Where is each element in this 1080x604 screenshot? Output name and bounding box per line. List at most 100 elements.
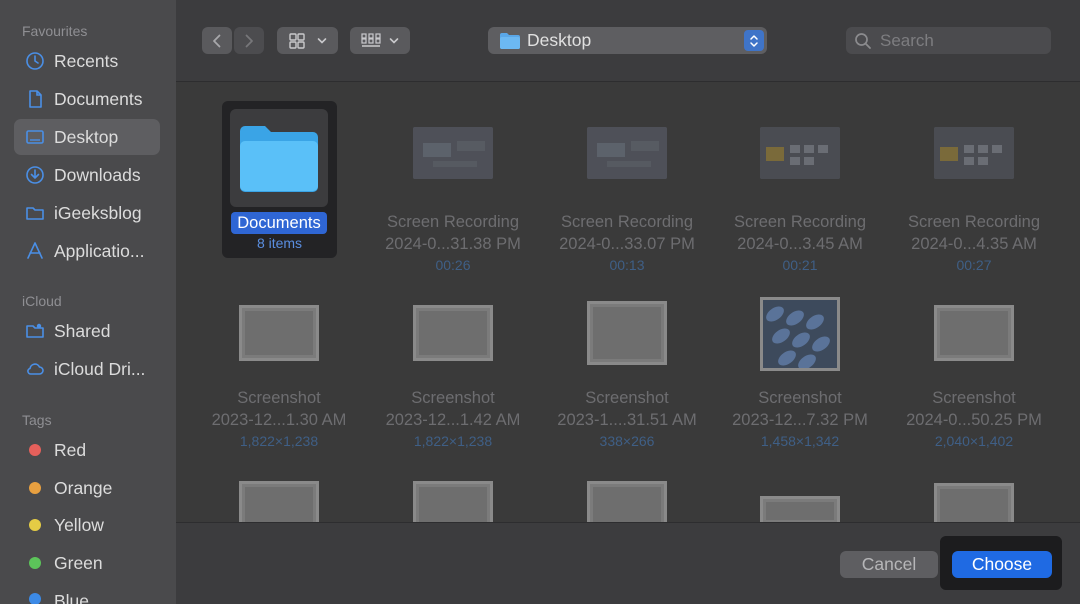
image-preview bbox=[763, 300, 837, 370]
sidebar-item-tag-orange[interactable]: Orange bbox=[14, 470, 160, 506]
file-item-screen-recording[interactable]: Screen Recording 2024-0...3.45 AM 00:21 bbox=[720, 127, 880, 297]
screenshot-thumbnail bbox=[239, 305, 319, 361]
screenshot-preview bbox=[593, 307, 661, 359]
screenshot-preview bbox=[245, 311, 313, 355]
sidebar-item-label: Downloads bbox=[54, 164, 141, 185]
tag-color-dot bbox=[29, 557, 41, 569]
file-item-screen-recording[interactable]: Screen Recording 2024-0...31.38 PM 00:26 bbox=[373, 127, 533, 297]
desktop-icon bbox=[25, 127, 45, 147]
file-date: 2023-12...1.42 AM bbox=[385, 411, 521, 429]
file-thumbnail-partial[interactable] bbox=[934, 483, 1014, 522]
video-thumbnail bbox=[413, 127, 493, 179]
file-item-screenshot[interactable]: Screenshot 2024-0...50.25 PM 2,040×1,402 bbox=[894, 305, 1054, 475]
sidebar-item-desktop[interactable]: Desktop bbox=[14, 119, 160, 155]
clock-icon bbox=[25, 51, 45, 71]
cancel-button[interactable]: Cancel bbox=[840, 551, 938, 578]
file-name: Screen Recording bbox=[733, 213, 867, 231]
sidebar-item-label: Documents bbox=[54, 88, 143, 109]
folder-icon bbox=[500, 32, 520, 49]
file-item-screenshot[interactable]: Screenshot 2023-12...1.42 AM 1,822×1,238 bbox=[373, 305, 533, 475]
sidebar-item-label: Recents bbox=[54, 50, 119, 71]
file-meta: 1,822×1,238 bbox=[239, 433, 319, 449]
sidebar-item-label: Desktop bbox=[54, 126, 119, 147]
file-thumbnail-partial[interactable] bbox=[239, 481, 319, 522]
file-name: Screen Recording bbox=[560, 213, 694, 231]
file-thumbnail-partial[interactable] bbox=[413, 481, 493, 522]
sidebar-item-shared[interactable]: Shared bbox=[14, 313, 160, 349]
file-date: 2023-1....31.51 AM bbox=[557, 411, 697, 429]
screenshot-preview bbox=[940, 489, 1008, 522]
file-date: 2024-0...33.07 PM bbox=[559, 235, 695, 253]
sidebar-item-label: Shared bbox=[54, 320, 111, 341]
dialog-footer: Cancel Choose bbox=[176, 522, 1080, 604]
group-grid-icon bbox=[361, 32, 381, 47]
file-meta: 1,822×1,238 bbox=[413, 433, 493, 449]
chevron-left-icon bbox=[213, 34, 221, 47]
file-item-screen-recording[interactable]: Screen Recording 2024-0...33.07 PM 00:13 bbox=[547, 127, 707, 297]
shared-folder-icon bbox=[25, 321, 45, 341]
file-meta: 8 items bbox=[256, 235, 303, 251]
sidebar-item-icloud-drive[interactable]: iCloud Dri... bbox=[14, 351, 160, 387]
file-name: Screenshot bbox=[932, 389, 1016, 407]
chevron-right-icon bbox=[245, 34, 253, 47]
sidebar-section-tags: Tags bbox=[22, 412, 52, 428]
sidebar-item-label: Green bbox=[54, 552, 103, 573]
sidebar-item-tag-blue[interactable]: Blue bbox=[14, 583, 160, 604]
icon-view-button[interactable] bbox=[277, 27, 338, 54]
forward-button[interactable] bbox=[234, 27, 264, 54]
sidebar-item-tag-green[interactable]: Green bbox=[14, 545, 160, 581]
file-meta: 00:26 bbox=[435, 257, 471, 273]
tag-color-dot bbox=[29, 482, 41, 494]
file-item-screenshot[interactable]: Screenshot 2023-12...1.30 AM 1,822×1,238 bbox=[199, 305, 359, 475]
sidebar-item-documents[interactable]: Documents bbox=[14, 81, 160, 117]
search-field[interactable] bbox=[846, 27, 1051, 54]
screenshot-thumbnail bbox=[413, 305, 493, 361]
video-preview-image bbox=[413, 127, 493, 179]
sidebar-item-recents[interactable]: Recents bbox=[14, 43, 160, 79]
screenshot-thumbnail bbox=[587, 301, 667, 365]
file-thumbnail-partial[interactable] bbox=[587, 481, 667, 522]
sidebar-item-downloads[interactable]: Downloads bbox=[14, 157, 160, 193]
image-thumbnail bbox=[760, 297, 840, 371]
sidebar-item-tag-yellow[interactable]: Yellow bbox=[14, 507, 160, 543]
applications-icon bbox=[25, 241, 45, 261]
file-meta: 00:21 bbox=[782, 257, 818, 273]
sidebar: Favourites Recents Documents Desktop Dow… bbox=[0, 0, 176, 604]
chevron-updown-icon bbox=[750, 34, 758, 47]
sidebar-item-igeeksblog[interactable]: iGeeksblog bbox=[14, 195, 160, 231]
tag-color-dot bbox=[29, 519, 41, 531]
sidebar-item-label: Red bbox=[54, 439, 87, 460]
sidebar-item-applications[interactable]: Applicatio... bbox=[14, 233, 160, 269]
group-by-button[interactable] bbox=[350, 27, 410, 54]
video-thumbnail bbox=[587, 127, 667, 179]
file-meta: 00:13 bbox=[609, 257, 645, 273]
tag-color-dot bbox=[29, 593, 41, 604]
file-item-screen-recording[interactable]: Screen Recording 2024-0...4.35 AM 00:27 bbox=[894, 127, 1054, 297]
cloud-icon bbox=[25, 359, 45, 379]
sidebar-item-label: Blue bbox=[54, 591, 90, 604]
choose-button[interactable]: Choose bbox=[952, 551, 1052, 578]
file-item-screenshot[interactable]: Screenshot 2023-12...7.32 PM 1,458×1,342 bbox=[720, 297, 880, 467]
sidebar-item-label: iGeeksblog bbox=[54, 202, 142, 223]
file-item-documents[interactable]: Documents 8 items bbox=[222, 101, 337, 258]
file-name: Documents bbox=[231, 212, 327, 234]
video-thumbnail bbox=[760, 127, 840, 179]
sidebar-item-label: Applicatio... bbox=[54, 240, 145, 261]
file-item-screenshot[interactable]: Screenshot 2023-1....31.51 AM 338×266 bbox=[547, 301, 707, 471]
file-thumbnail-partial[interactable] bbox=[760, 496, 840, 522]
tag-color-dot bbox=[29, 444, 41, 456]
sidebar-item-label: iCloud Dri... bbox=[54, 358, 146, 379]
search-input[interactable] bbox=[880, 30, 1040, 51]
back-button[interactable] bbox=[202, 27, 232, 54]
screenshot-preview bbox=[419, 311, 487, 355]
screenshot-preview bbox=[766, 502, 834, 520]
sidebar-item-tag-red[interactable]: Red bbox=[14, 432, 160, 468]
location-popup[interactable]: Desktop bbox=[488, 27, 767, 54]
sidebar-section-favourites: Favourites bbox=[22, 23, 88, 39]
folder-icon bbox=[25, 203, 45, 223]
location-stepper[interactable] bbox=[744, 30, 764, 51]
file-date: 2024-0...3.45 AM bbox=[737, 235, 863, 253]
download-icon bbox=[25, 165, 45, 185]
file-name: Screenshot bbox=[585, 389, 669, 407]
screenshot-preview bbox=[940, 311, 1008, 355]
